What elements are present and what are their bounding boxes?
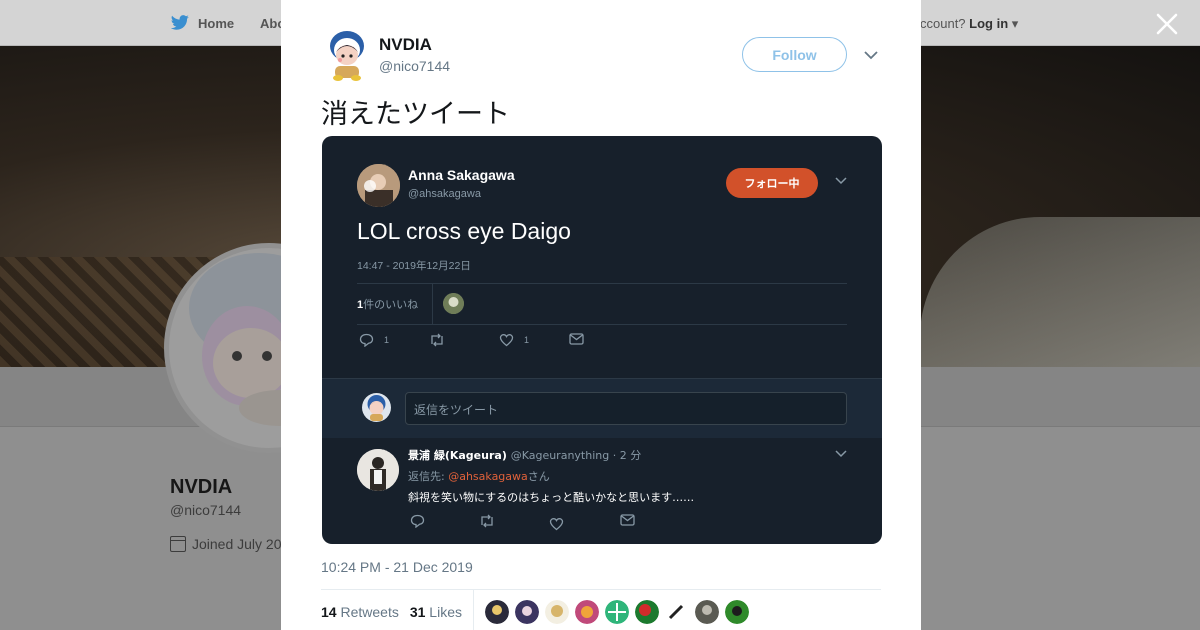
embedded-divider	[357, 283, 847, 284]
embedded-reply-author: 景浦 緑(Kageura) @Kageuranything · 2 分	[408, 447, 641, 463]
embedded-reply-text: 斜視を笑い物にするのはちょっと酷いかなと思います……	[408, 491, 695, 504]
tweet-modal: NVDIA @nico7144 Follow 消えたツイート Anna Saka…	[281, 0, 921, 630]
embedded-chevron-down-icon	[835, 177, 847, 185]
embedded-likes-count: 1件のいいね	[357, 296, 418, 312]
heart-icon	[549, 518, 564, 531]
profile-handle: @nico7144	[170, 502, 242, 518]
likes-count: 31	[409, 604, 426, 620]
liker-avatar[interactable]	[665, 600, 689, 624]
embedded-like-action: 1	[499, 333, 529, 347]
liker-avatar[interactable]	[485, 600, 509, 624]
nav-home-link[interactable]: Home	[170, 15, 234, 31]
embedded-like-count: 1	[524, 335, 530, 345]
retweets-count: 14	[321, 604, 337, 620]
author-avatar[interactable]	[326, 30, 368, 82]
embedded-likes-label: 件のいいね	[363, 299, 419, 311]
embedded-timestamp: 14:47 - 2019年12月22日	[357, 260, 471, 272]
liker-avatar[interactable]	[515, 600, 539, 624]
likes-label: Likes	[429, 604, 462, 620]
liker-avatar[interactable]	[545, 600, 569, 624]
embedded-author-avatar	[357, 164, 400, 207]
embedded-following-button: フォロー中	[726, 168, 818, 198]
login-area[interactable]: ccount? Log in ▾	[920, 16, 1018, 32]
reply-icon	[359, 333, 374, 347]
embedded-reply-author-name: 景浦 緑(Kageura)	[408, 449, 507, 462]
retweet-icon	[481, 514, 493, 528]
liker-avatar[interactable]	[575, 600, 599, 624]
message-icon	[620, 514, 635, 526]
embedded-reply-to: 返信先: @ahsakagawaさん	[408, 468, 550, 484]
retweet-icon	[431, 333, 443, 347]
embedded-likes-separator	[432, 284, 433, 324]
retweets-label: Retweets	[340, 604, 399, 620]
login-link[interactable]: Log in	[969, 16, 1008, 31]
banner-shoe	[920, 217, 1200, 367]
liker-avatar[interactable]	[605, 600, 629, 624]
liker-avatars	[485, 600, 749, 624]
chevron-down-icon[interactable]	[863, 47, 879, 63]
heart-icon	[499, 334, 514, 347]
embedded-reply-chevron-icon	[835, 450, 847, 458]
profile-name: NVDIA	[170, 476, 233, 498]
embedded-reply-avatar	[357, 449, 399, 491]
embedded-reply-author-meta: @Kageuranything · 2 分	[510, 449, 642, 462]
embedded-author-handle: @ahsakagawa	[408, 188, 481, 200]
reply-to-prefix: 返信先:	[408, 470, 449, 483]
reply-to-mention: @ahsakagawa	[448, 470, 528, 483]
profile-joined: Joined July 20	[170, 536, 282, 552]
author-name[interactable]: NVDIA	[379, 35, 432, 55]
reply-icon	[410, 514, 425, 528]
joined-text: Joined July 20	[192, 536, 282, 552]
embedded-reply-count: 1	[384, 335, 390, 345]
login-prompt: ccount?	[920, 16, 966, 31]
liker-avatar[interactable]	[635, 600, 659, 624]
likes-stat[interactable]: 31 Likes	[410, 604, 462, 620]
twitter-bird-icon	[170, 15, 189, 30]
follow-button[interactable]: Follow	[742, 37, 847, 72]
message-icon	[569, 333, 584, 345]
reply-to-suffix: さん	[527, 470, 550, 483]
embedded-tweet-text: LOL cross eye Daigo	[357, 218, 571, 244]
nav-home-label: Home	[198, 15, 235, 31]
embedded-author-name: Anna Sakagawa	[408, 167, 515, 183]
tweet-text: 消えたツイート	[321, 99, 510, 130]
stats-divider	[321, 589, 881, 590]
calendar-icon	[170, 536, 186, 552]
login-caret-icon: ▾	[1008, 16, 1019, 31]
tweet-image[interactable]: Anna Sakagawa @ahsakagawa フォロー中 LOL cros…	[322, 136, 882, 544]
embedded-divider-2	[357, 324, 847, 325]
author-handle[interactable]: @nico7144	[379, 58, 450, 74]
tweet-stats: 14 Retweets 31 Likes	[321, 604, 462, 620]
liker-avatar[interactable]	[725, 600, 749, 624]
embedded-liker-avatar	[443, 293, 464, 314]
stats-separator	[473, 590, 474, 630]
embedded-reply-action: 1	[359, 333, 389, 347]
close-icon[interactable]	[1154, 11, 1180, 37]
liker-avatar[interactable]	[695, 600, 719, 624]
tweet-date[interactable]: 10:24 PM - 21 Dec 2019	[321, 559, 473, 575]
embedded-my-avatar	[362, 393, 391, 422]
embedded-reply-input: 返信をツイート	[405, 392, 847, 425]
retweets-stat[interactable]: 14 Retweets	[321, 604, 399, 620]
